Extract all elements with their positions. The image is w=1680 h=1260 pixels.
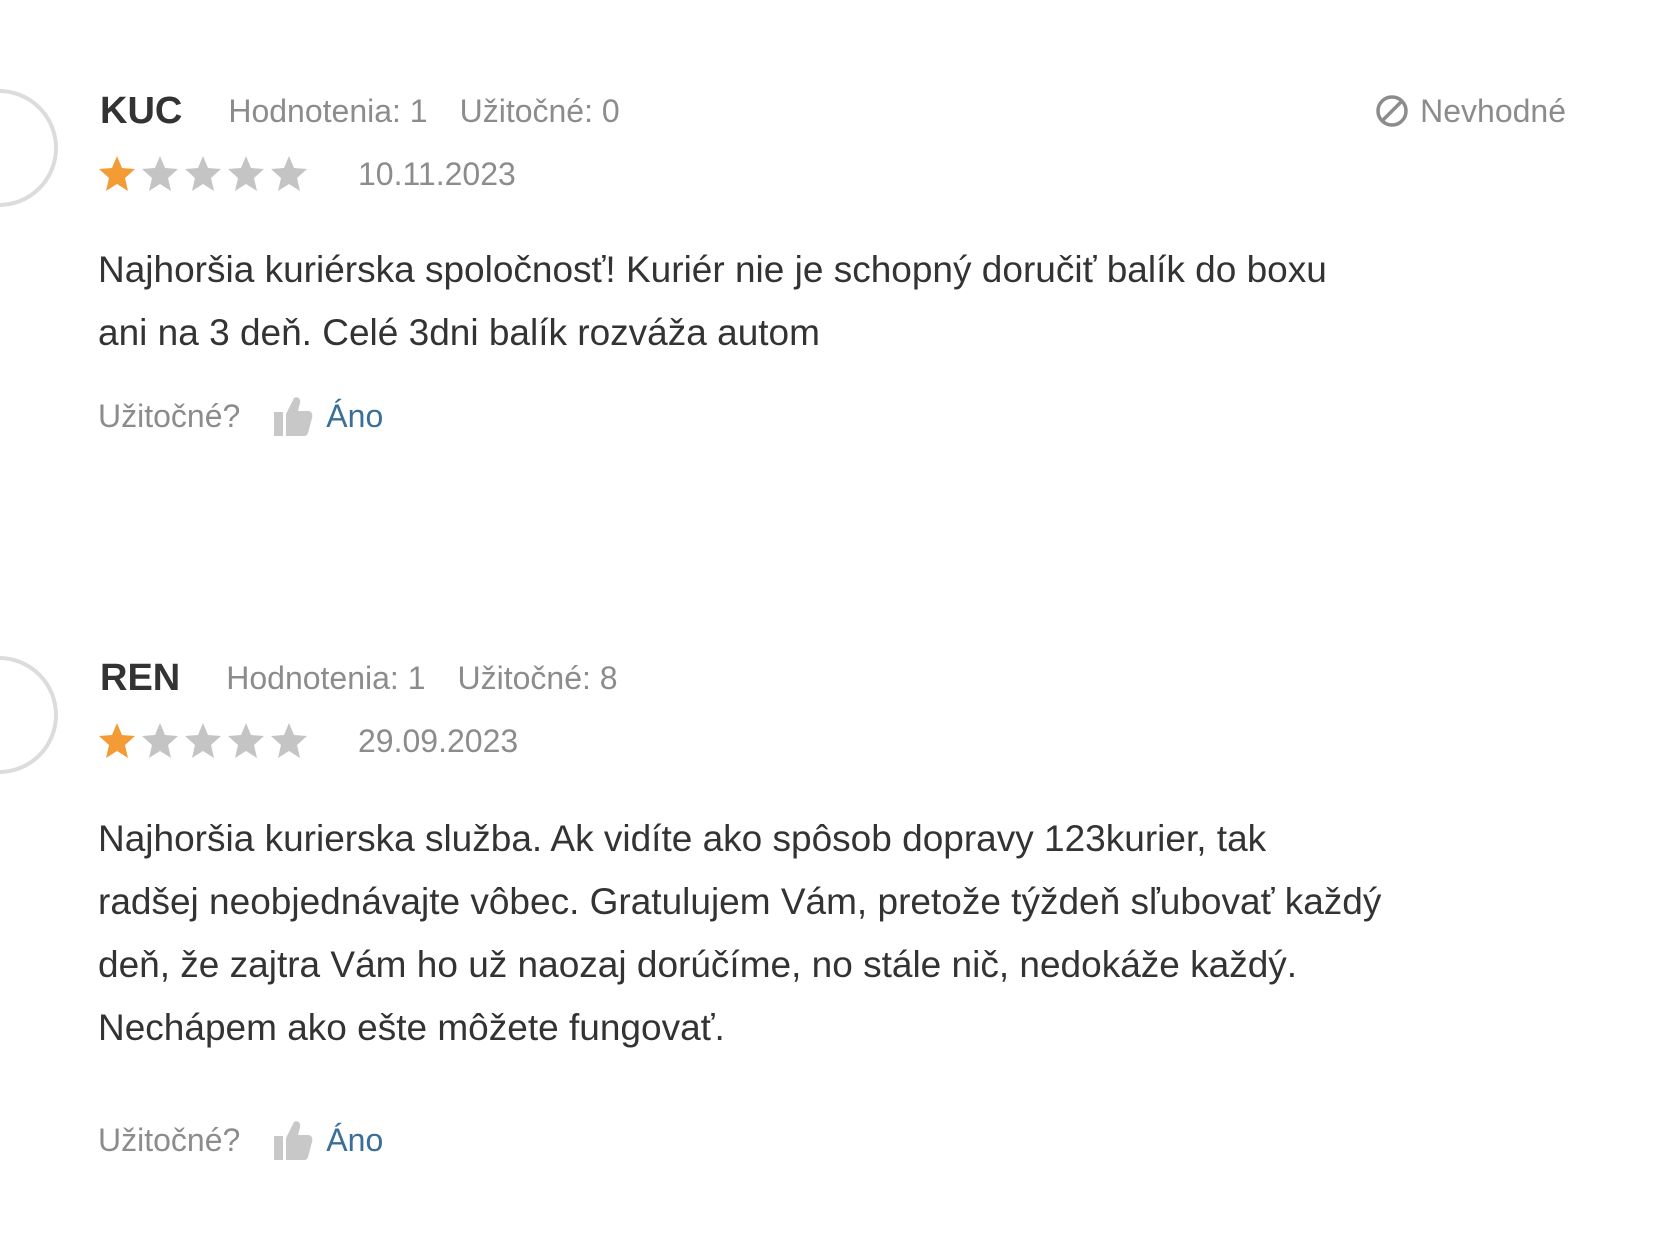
useful-vote: Užitočné? Áno bbox=[98, 388, 383, 444]
star-empty-icon bbox=[142, 156, 178, 191]
reviews-page: KUC Hodnotenia: 1 Užitočné: 0 Nevhodné 1… bbox=[0, 0, 1680, 1260]
avatar bbox=[0, 656, 58, 774]
vote-yes-link[interactable]: Áno bbox=[326, 1122, 383, 1159]
rating-row: 10.11.2023 bbox=[97, 153, 516, 195]
thumbs-up-icon[interactable] bbox=[272, 394, 314, 438]
vote-yes-link[interactable]: Áno bbox=[326, 398, 383, 435]
author-useful-count: Užitočné: 8 bbox=[457, 659, 618, 696]
star-empty-icon bbox=[228, 156, 264, 191]
review-header: REN Hodnotenia: 1 Užitočné: 8 bbox=[100, 652, 650, 704]
review-date: 10.11.2023 bbox=[358, 155, 516, 192]
useful-vote: Užitočné? Áno bbox=[98, 1112, 383, 1168]
star-empty-icon bbox=[271, 156, 307, 191]
star-rating bbox=[97, 721, 312, 761]
author-ratings-count: Hodnotenia: 1 bbox=[226, 659, 426, 696]
star-empty-icon bbox=[142, 723, 178, 758]
review-text: Najhoršia kurierska služba. Ak vidíte ak… bbox=[98, 818, 1382, 1048]
star-empty-icon bbox=[185, 156, 221, 191]
author-ratings-count: Hodnotenia: 1 bbox=[228, 92, 428, 129]
rating-row: 29.09.2023 bbox=[97, 720, 518, 762]
star-rating bbox=[97, 154, 312, 194]
useful-question: Užitočné? bbox=[98, 1121, 241, 1158]
prohibited-icon bbox=[1376, 95, 1408, 127]
report-button[interactable]: Nevhodné bbox=[1374, 85, 1566, 137]
review-text: Najhoršia kuriérska spoločnosť! Kuriér n… bbox=[98, 249, 1327, 353]
star-filled-icon bbox=[99, 723, 135, 758]
star-empty-icon bbox=[271, 723, 307, 758]
report-label: Nevhodné bbox=[1420, 92, 1566, 129]
star-empty-icon bbox=[185, 723, 221, 758]
review-header: KUC Hodnotenia: 1 Užitočné: 0 bbox=[100, 85, 652, 137]
useful-question: Užitočné? bbox=[98, 397, 241, 434]
author-useful-count: Užitočné: 0 bbox=[459, 92, 620, 129]
review-date: 29.09.2023 bbox=[358, 722, 519, 759]
avatar bbox=[0, 89, 58, 207]
review-author[interactable]: REN bbox=[100, 657, 180, 700]
review-author[interactable]: KUC bbox=[100, 90, 182, 133]
star-empty-icon bbox=[228, 723, 264, 758]
star-filled-icon bbox=[99, 156, 135, 191]
thumbs-up-icon[interactable] bbox=[272, 1118, 314, 1162]
